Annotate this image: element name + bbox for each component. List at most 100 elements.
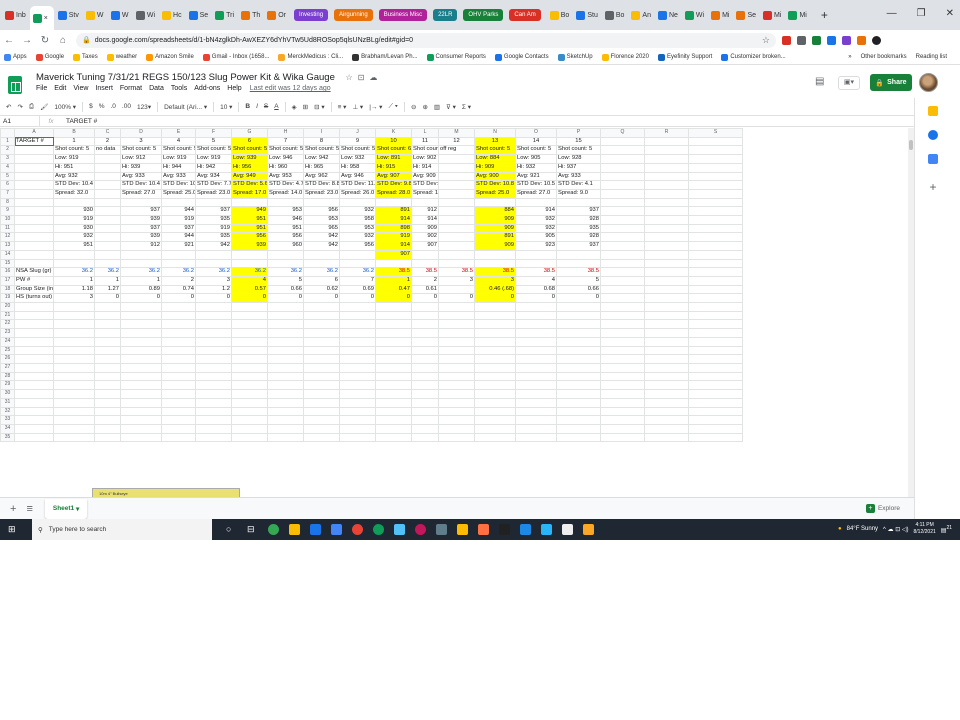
cell[interactable]	[94, 162, 121, 173]
forward-icon[interactable]: →	[18, 35, 36, 46]
cell[interactable]	[161, 302, 196, 312]
cell[interactable]	[438, 232, 475, 243]
cell[interactable]	[267, 319, 304, 330]
app-icon[interactable]	[478, 524, 489, 535]
cell[interactable]: 3	[438, 275, 475, 286]
cell[interactable]	[688, 389, 743, 399]
bookmark-item[interactable]: weather	[106, 53, 137, 61]
cell[interactable]	[231, 302, 268, 312]
cell[interactable]: 0	[375, 293, 412, 304]
cell[interactable]: Low: 928	[556, 154, 601, 164]
cell[interactable]	[14, 406, 54, 417]
bookmark-item[interactable]: Reading list	[916, 54, 947, 60]
app-icon[interactable]	[583, 524, 594, 535]
cell[interactable]	[53, 345, 95, 356]
cell[interactable]: 13	[474, 136, 516, 147]
browser-tab[interactable]: Wi	[682, 5, 707, 25]
cell[interactable]	[688, 232, 743, 243]
cell[interactable]	[231, 197, 268, 208]
cell[interactable]: 0.74	[161, 284, 196, 295]
cell[interactable]	[303, 423, 340, 434]
cell[interactable]	[267, 302, 304, 312]
cell[interactable]	[556, 319, 601, 330]
cell[interactable]	[14, 389, 54, 399]
cell[interactable]	[556, 363, 601, 373]
cell[interactable]	[267, 389, 304, 399]
cell[interactable]	[195, 345, 232, 356]
cell[interactable]	[94, 328, 121, 338]
cell[interactable]	[339, 432, 376, 443]
add-ons-icon[interactable]: +	[928, 181, 938, 193]
cell[interactable]: 9	[339, 136, 376, 147]
calendar-icon[interactable]	[928, 154, 938, 164]
cell[interactable]: Avg: 933	[556, 171, 601, 182]
tab-group-label[interactable]: Investing	[294, 9, 329, 21]
cell[interactable]	[644, 206, 689, 217]
bookmark-item[interactable]: SketchUp	[557, 53, 593, 61]
cell[interactable]: 7	[267, 136, 304, 147]
cell[interactable]	[94, 154, 121, 164]
cell[interactable]	[688, 249, 743, 260]
cell[interactable]	[644, 162, 689, 173]
cell[interactable]: Avg: 933	[120, 171, 162, 182]
cell[interactable]	[688, 180, 743, 190]
app-icon[interactable]	[373, 524, 384, 535]
cell[interactable]	[556, 397, 601, 408]
weather-text[interactable]: 84°F Sunny	[847, 526, 878, 532]
cell[interactable]: 958	[339, 215, 376, 225]
cell[interactable]	[94, 197, 121, 208]
cell[interactable]	[195, 336, 232, 347]
cell[interactable]	[644, 171, 689, 182]
cell[interactable]	[438, 249, 475, 260]
tab-group-label[interactable]: Airgunning	[334, 9, 373, 21]
cell[interactable]	[556, 336, 601, 347]
cell[interactable]: 914	[411, 215, 439, 225]
cell[interactable]	[94, 319, 121, 330]
row-header[interactable]: 3	[0, 154, 15, 164]
cell[interactable]	[644, 232, 689, 243]
cell[interactable]: 905	[515, 232, 557, 243]
cell[interactable]	[267, 197, 304, 208]
cell[interactable]	[688, 206, 743, 217]
cell[interactable]	[600, 302, 645, 312]
row-header[interactable]: 28	[0, 371, 15, 382]
app-icon[interactable]	[268, 524, 279, 535]
cell[interactable]: 38.5	[474, 267, 516, 277]
cell[interactable]: 937	[161, 223, 196, 234]
cell[interactable]	[474, 258, 516, 269]
cell[interactable]	[474, 363, 516, 373]
cell[interactable]: 0	[161, 293, 196, 304]
cell[interactable]	[303, 336, 340, 347]
bookmark-item[interactable]: Taxes	[73, 53, 98, 61]
browser-tab[interactable]: Ne	[655, 5, 681, 25]
cell[interactable]: 942	[195, 241, 232, 251]
cell[interactable]	[375, 302, 412, 312]
cell[interactable]	[339, 354, 376, 364]
cell[interactable]	[303, 363, 340, 373]
cell[interactable]	[94, 389, 121, 399]
cell[interactable]: Hi: 960	[267, 162, 304, 173]
cell[interactable]	[375, 197, 412, 208]
cell[interactable]: 891	[474, 232, 516, 243]
more-formats-button[interactable]: 123▾	[137, 103, 151, 111]
cell[interactable]	[267, 258, 304, 269]
browser-tab[interactable]: Inb	[2, 5, 29, 25]
cell[interactable]: Low: 905	[515, 154, 557, 164]
cell[interactable]	[53, 423, 95, 434]
column-header[interactable]: I	[303, 128, 340, 138]
cell[interactable]: 912	[411, 206, 439, 217]
cell[interactable]	[53, 380, 95, 391]
cell[interactable]	[339, 406, 376, 417]
cell[interactable]: 946	[267, 215, 304, 225]
cell[interactable]: 919	[375, 232, 412, 243]
cell[interactable]	[375, 328, 412, 338]
cell[interactable]: 36.2	[267, 267, 304, 277]
cell[interactable]: 6	[231, 136, 268, 147]
cell[interactable]	[438, 206, 475, 217]
cell[interactable]: Avg: 921	[515, 171, 557, 182]
cell[interactable]	[53, 415, 95, 425]
cell[interactable]	[195, 249, 232, 260]
cell[interactable]	[120, 345, 162, 356]
cell[interactable]	[14, 223, 54, 234]
cell[interactable]	[411, 415, 439, 425]
